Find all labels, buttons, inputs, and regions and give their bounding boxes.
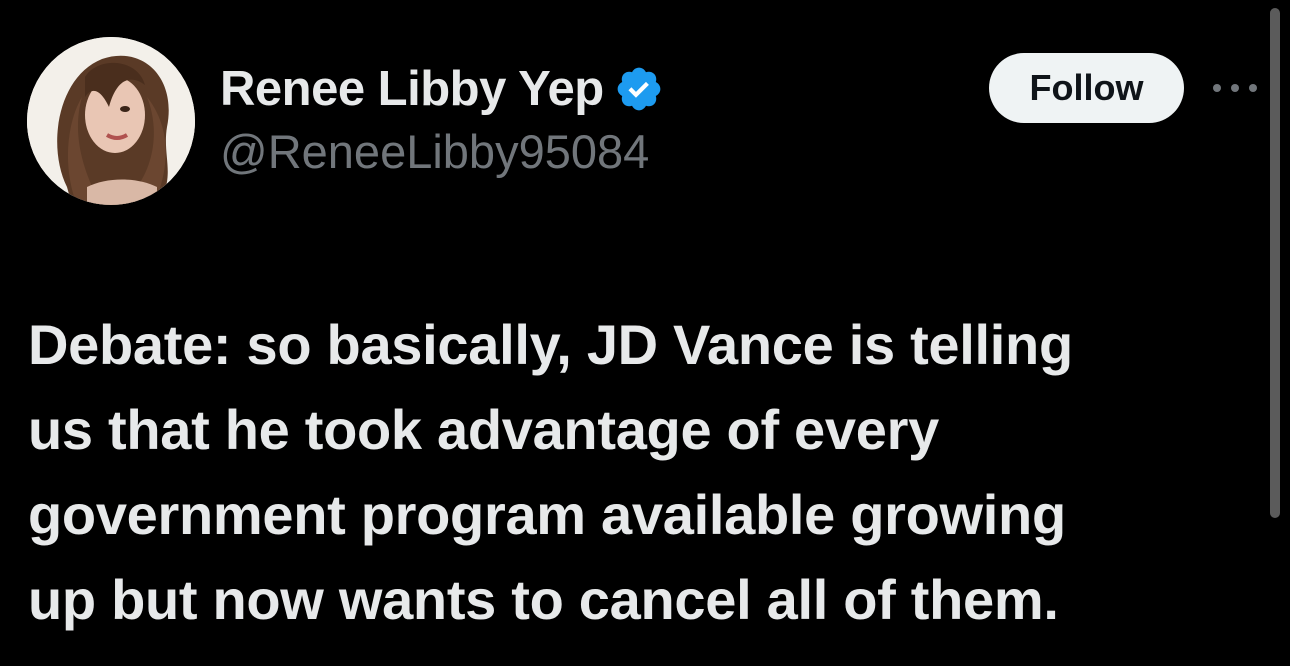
dot: [1249, 84, 1257, 92]
tweet-text-line: us that he took advantage of every: [28, 398, 939, 461]
profile-photo: [27, 37, 195, 205]
tweet-text-line: up but now wants to cancel all of them.: [28, 568, 1059, 631]
tweet-text-line: government program available growing: [28, 483, 1066, 546]
follow-button[interactable]: Follow: [989, 53, 1184, 123]
display-name[interactable]: Renee Libby Yep: [220, 61, 604, 117]
scrollbar[interactable]: [1270, 8, 1280, 518]
dot: [1231, 84, 1239, 92]
verified-badge-icon[interactable]: [614, 64, 664, 114]
more-options-icon[interactable]: [1213, 78, 1257, 98]
avatar[interactable]: [27, 37, 195, 205]
tweet-text: Debate: so basically, JD Vance is tellin…: [28, 302, 1248, 642]
author-handle[interactable]: @ReneeLibby95084: [220, 124, 649, 179]
author-name-row: Renee Libby Yep: [220, 60, 664, 118]
tweet-card: Renee Libby Yep @ReneeLibby95084 Follow …: [0, 0, 1290, 666]
dot: [1213, 84, 1221, 92]
tweet-text-line: Debate: so basically, JD Vance is tellin…: [28, 313, 1073, 376]
